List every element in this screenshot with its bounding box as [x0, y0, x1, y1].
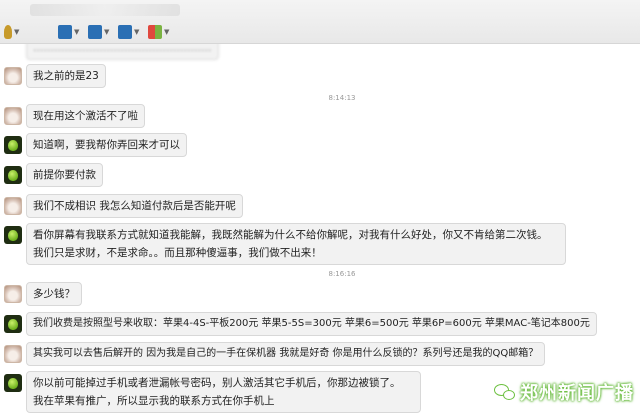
avatar[interactable]: [4, 166, 22, 184]
transfer-icon: [118, 25, 132, 39]
message-text: 现在用这个激活不了啦: [33, 110, 138, 122]
microphone-icon: [4, 25, 12, 39]
avatar[interactable]: [4, 285, 22, 303]
apple-icon: [8, 377, 18, 389]
blurred-contact-title: [30, 4, 180, 16]
message-text: 看你屏幕有我联系方式就知道我能解，我既然能解为什么不给你解呢，对我有什么好处，你…: [33, 229, 548, 241]
emoticon-icon: [58, 25, 72, 39]
apple-icon: [8, 229, 18, 241]
message-bubble: 其实我可以去售后解开的 因为我是自己的一手在保机器 我就是好奇 你是用什么反锁的…: [26, 342, 546, 366]
message-bubble: 多少钱？: [26, 282, 82, 306]
message-bubble: 前提你要付款: [26, 163, 103, 187]
avatar[interactable]: [4, 136, 22, 154]
voice-button[interactable]: ▼: [4, 24, 19, 40]
transfer-button[interactable]: ▼: [118, 24, 139, 40]
avatar[interactable]: [4, 67, 22, 85]
chevron-down-icon: ▼: [134, 28, 140, 36]
timestamp: 8:16:16: [328, 270, 356, 278]
chevron-down-icon: ▼: [74, 28, 80, 36]
message-bubble: 我们收费是按照型号来收取：苹果4-4S-平板200元 苹果5-5S=300元 苹…: [26, 312, 597, 336]
apple-icon: [8, 318, 18, 330]
message-text: 我之前的是23: [33, 70, 99, 82]
message-bubble: 现在用这个激活不了啦: [26, 104, 145, 128]
message-bubble: 知道啊，要我帮你弄回来才可以: [26, 133, 187, 157]
watermark: 郑州新闻广播: [494, 379, 634, 405]
chevron-down-icon: ▼: [164, 28, 170, 36]
screen-share-button[interactable]: ▼: [88, 24, 109, 40]
message-text: 知道啊，要我帮你弄回来才可以: [33, 139, 180, 151]
timestamp: 8:14:13: [328, 94, 356, 102]
message-bubble: 看你屏幕有我联系方式就知道我能解，我既然能解为什么不给你解呢，对我有什么好处，你…: [26, 223, 566, 265]
message-text: 我在苹果有推广，所以显示我的联系方式在你手机上: [33, 395, 275, 407]
avatar[interactable]: [4, 345, 22, 363]
message-bubble: 我们不成相识 我怎么知道付款后是否能开呢: [26, 194, 243, 218]
apple-icon: [8, 169, 18, 181]
message-text: 其实我可以去售后解开的 因为我是自己的一手在保机器 我就是好奇 你是用什么反锁的…: [33, 348, 539, 359]
app-grid-icon: [148, 25, 162, 39]
message-bubble: 我之前的是23: [26, 64, 106, 88]
message-text: 我们收费是按照型号来收取：苹果4-4S-平板200元 苹果5-5S=300元 苹…: [33, 318, 590, 329]
avatar[interactable]: [4, 226, 22, 244]
emoticon-button[interactable]: ▼: [58, 24, 79, 40]
avatar[interactable]: [4, 107, 22, 125]
message-bubble: ……………………………………………: [26, 44, 219, 60]
message-text: 我们只是求财，不是求命。。而且那种傻逼事，我们做不出来！: [33, 247, 322, 259]
message-text: 你以前可能掉过手机或者泄漏帐号密码，别人激活其它手机后，你那边被锁了。: [33, 377, 401, 389]
apple-icon: [8, 139, 18, 151]
apps-button[interactable]: ▼: [148, 24, 169, 40]
avatar[interactable]: [4, 315, 22, 333]
watermark-text: 郑州新闻广播: [520, 383, 634, 404]
avatar[interactable]: [4, 197, 22, 215]
avatar[interactable]: [4, 374, 22, 392]
message-text: 多少钱？: [33, 288, 75, 300]
message-text: 前提你要付款: [33, 169, 96, 181]
wechat-icon: [494, 383, 516, 401]
chat-toolbar: ▼ ▼ ▼ ▼ ▼: [0, 0, 640, 44]
chevron-down-icon: ▼: [104, 28, 110, 36]
chat-history[interactable]: …………………………………………… 我之前的是23 8:14:13 现在用这个激…: [0, 44, 640, 413]
chevron-down-icon: ▼: [14, 28, 20, 36]
screen-share-icon: [88, 25, 102, 39]
message-bubble: 你以前可能掉过手机或者泄漏帐号密码，别人激活其它手机后，你那边被锁了。 我在苹果…: [26, 371, 421, 413]
message-text: 我们不成相识 我怎么知道付款后是否能开呢: [33, 200, 236, 212]
